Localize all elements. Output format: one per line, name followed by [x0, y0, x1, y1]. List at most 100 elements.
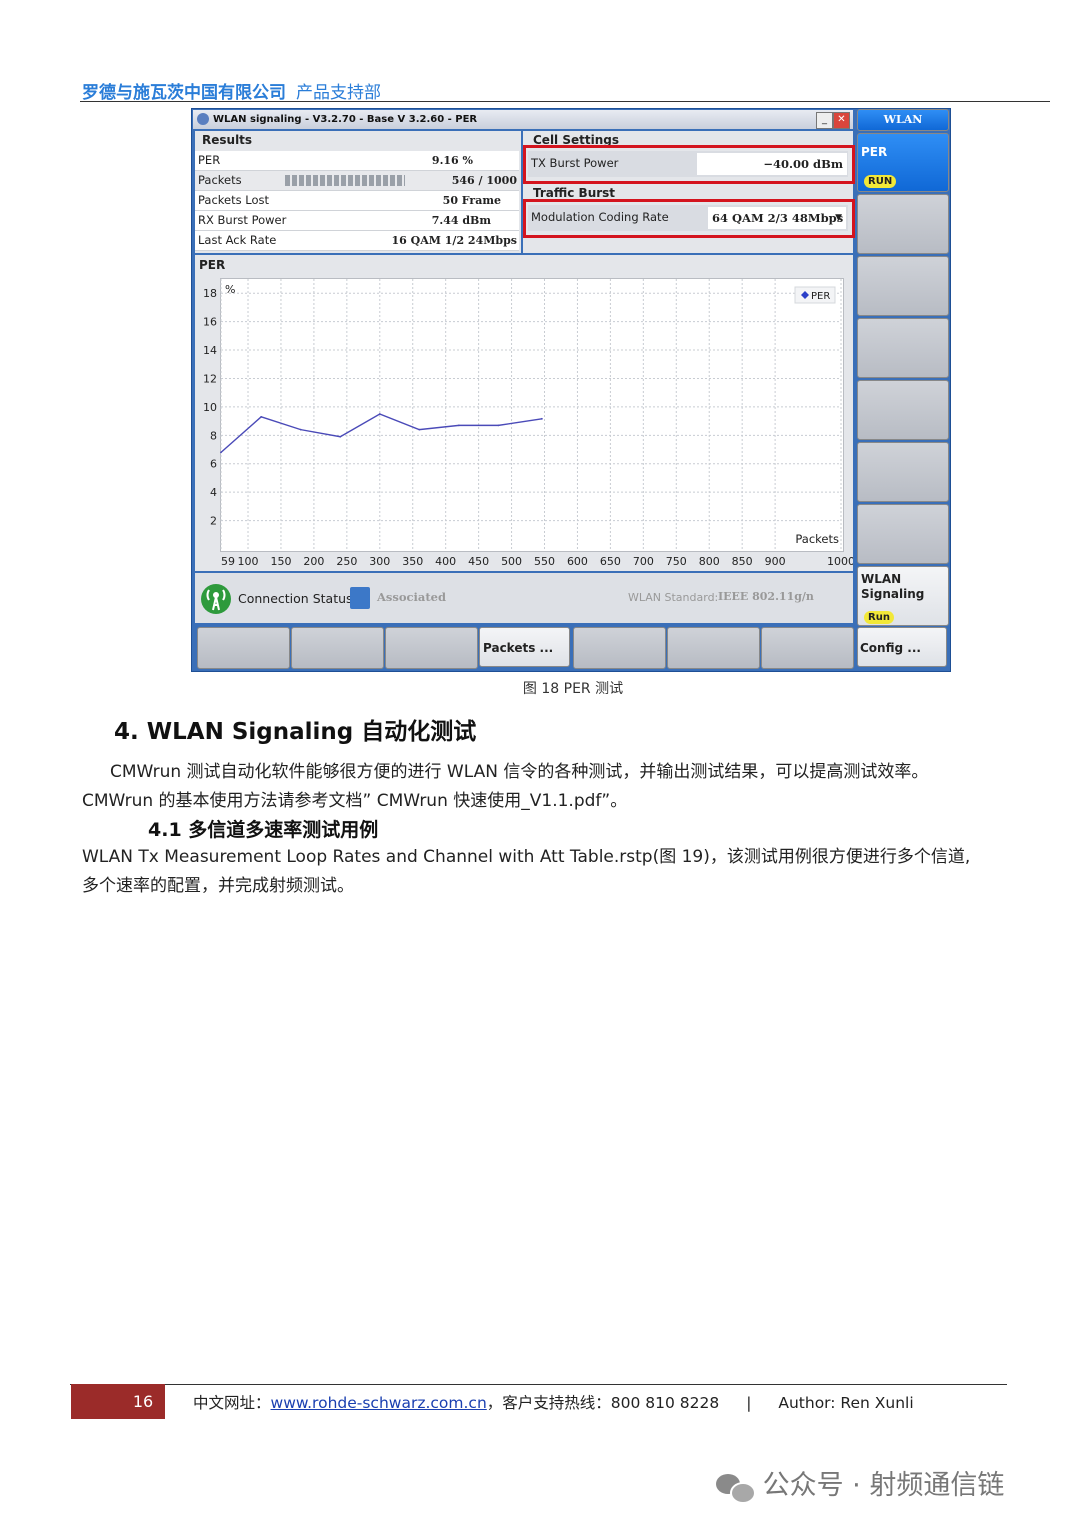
- highlight-box: [523, 145, 855, 184]
- x-tick-label: 300: [369, 555, 390, 568]
- run-badge: Run: [864, 611, 894, 624]
- per-data-point: [540, 417, 543, 420]
- y-tick-label: 10: [203, 401, 217, 414]
- softkey-empty[interactable]: [857, 194, 949, 254]
- result-value: 546 / 1000: [451, 174, 517, 187]
- result-row: Last Ack Rate 16 QAM 1/2 24Mbps: [195, 231, 519, 251]
- packets-softkey[interactable]: Packets ...: [479, 627, 570, 667]
- department-name: 产品支持部: [296, 83, 381, 103]
- antenna-icon: [201, 584, 231, 614]
- website-link[interactable]: www.rohde-schwarz.com.cn: [271, 1394, 487, 1412]
- wlan-signaling-label-1: WLAN: [861, 572, 902, 586]
- header-divider: [80, 101, 1050, 102]
- x-tick-label: 1000: [827, 555, 853, 568]
- x-tick-label: 850: [732, 555, 753, 568]
- result-label: Packets Lost: [198, 193, 270, 207]
- associated-icon: [350, 587, 370, 609]
- softkey-empty[interactable]: [857, 380, 949, 440]
- x-tick-label: 900: [765, 555, 786, 568]
- x-tick-label: 700: [633, 555, 654, 568]
- result-row: Packets 546 / 1000: [195, 171, 519, 191]
- traffic-burst-heading: Traffic Burst: [533, 186, 616, 200]
- bottom-softkey-empty[interactable]: [573, 627, 666, 669]
- y-tick-label: 2: [210, 515, 217, 528]
- result-value: 7.44 dBm: [431, 214, 491, 227]
- footer-divider: [70, 1384, 1007, 1385]
- paragraph: CMWrun 的基本使用方法请参考文档” CMWrun 快速使用_V1.1.pd…: [82, 791, 628, 811]
- x-tick-label: 800: [699, 555, 720, 568]
- minimize-icon[interactable]: _: [816, 112, 833, 129]
- y-tick-label: 14: [203, 344, 217, 357]
- paragraph: CMWrun 测试自动化软件能够很方便的进行 WLAN 信令的各种测试，并输出测…: [110, 762, 929, 782]
- wlan-signaling-softkey[interactable]: WLAN Signaling Run: [857, 566, 949, 626]
- x-tick-label: 650: [600, 555, 621, 568]
- softkey-empty[interactable]: [857, 318, 949, 378]
- y-tick-label: 18: [203, 287, 217, 300]
- x-axis-label: Packets: [795, 532, 839, 546]
- wlan-standard-value: IEEE 802.11g/n: [718, 590, 814, 603]
- y-tick-label: 4: [210, 486, 217, 499]
- x-tick-label: 450: [468, 555, 489, 568]
- y-tick-label: 8: [210, 429, 217, 442]
- per-data-point: [378, 413, 381, 415]
- x-tick-label: 350: [402, 555, 423, 568]
- subsection-heading: 4.1 多信道多速率测试用例: [148, 819, 379, 841]
- per-data-point: [457, 424, 460, 427]
- wlan-signaling-label-2: Signaling: [861, 587, 925, 601]
- close-icon[interactable]: ✕: [833, 112, 850, 129]
- result-row: RX Burst Power 7.44 dBm: [195, 211, 519, 231]
- paragraph: 多个速率的配置，并完成射频测试。: [82, 876, 354, 896]
- result-row: PER 9.16 %: [195, 151, 519, 171]
- bottom-softkey-empty[interactable]: [761, 627, 854, 669]
- per-data-point: [418, 428, 421, 431]
- x-tick-label: 100: [238, 555, 259, 568]
- result-label: Last Ack Rate: [198, 233, 277, 247]
- softkey-empty[interactable]: [857, 256, 949, 316]
- per-softkey-label: PER: [861, 145, 888, 159]
- per-softkey[interactable]: PER RUN: [857, 133, 949, 192]
- bottom-softkey-empty[interactable]: [197, 627, 290, 669]
- per-data-point: [497, 424, 500, 427]
- figure-caption: 图 18 PER 测试: [522, 681, 624, 697]
- x-tick-label: 500: [501, 555, 522, 568]
- result-label: RX Burst Power: [198, 213, 287, 227]
- antenna-icon-graphic: [206, 589, 226, 611]
- paragraph: WLAN Tx Measurement Loop Rates and Chann…: [82, 847, 971, 867]
- legend-label: PER: [811, 291, 830, 302]
- wechat-icon: [716, 1472, 756, 1504]
- tab-wlan[interactable]: WLAN: [857, 109, 949, 131]
- bottom-softkey-empty[interactable]: [385, 627, 478, 669]
- window-titlebar: WLAN signaling - V3.2.70 - Base V 3.2.60…: [193, 110, 853, 129]
- result-label: Packets: [198, 173, 242, 187]
- y-axis-label: %: [225, 283, 235, 296]
- bottom-softkey-empty[interactable]: [667, 627, 760, 669]
- y-tick-label: 6: [210, 458, 217, 471]
- watermark: 公众号 · 射频通信链: [716, 1463, 1004, 1504]
- x-tick-label: 200: [303, 555, 324, 568]
- x-tick-label: 750: [666, 555, 687, 568]
- results-panel: Results PER 9.16 % Packets 546 / 1000 Pa…: [195, 131, 521, 253]
- footer-site-label: 中文网址：: [193, 1394, 271, 1412]
- per-series-line: [220, 413, 542, 453]
- x-tick-label: 59: [221, 555, 235, 568]
- app-logo-icon: [197, 113, 209, 125]
- x-tick-label: 550: [534, 555, 555, 568]
- x-tick-label: 400: [435, 555, 456, 568]
- per-data-point: [260, 415, 263, 418]
- page-number: 16: [71, 1384, 165, 1419]
- results-heading: Results: [202, 133, 253, 147]
- x-tick-label: 150: [270, 555, 291, 568]
- per-data-point: [220, 451, 222, 454]
- result-label: PER: [198, 153, 221, 167]
- x-tick-label: 250: [336, 555, 357, 568]
- bottom-softkey-empty[interactable]: [291, 627, 384, 669]
- softkey-empty[interactable]: [857, 504, 949, 564]
- y-tick-label: 12: [203, 372, 217, 385]
- softkey-empty[interactable]: [857, 442, 949, 502]
- per-chart: 59 100 150 200 250 300 350 400 450 500 550 600 650 70…: [203, 279, 853, 568]
- footer-separator: |: [746, 1394, 752, 1412]
- highlight-box: [523, 199, 855, 238]
- document-header: 罗德与施瓦茨中国有限公司 产品支持部: [82, 78, 381, 103]
- config-softkey[interactable]: Config ...: [857, 627, 947, 667]
- result-value: 50 Frame: [442, 194, 501, 207]
